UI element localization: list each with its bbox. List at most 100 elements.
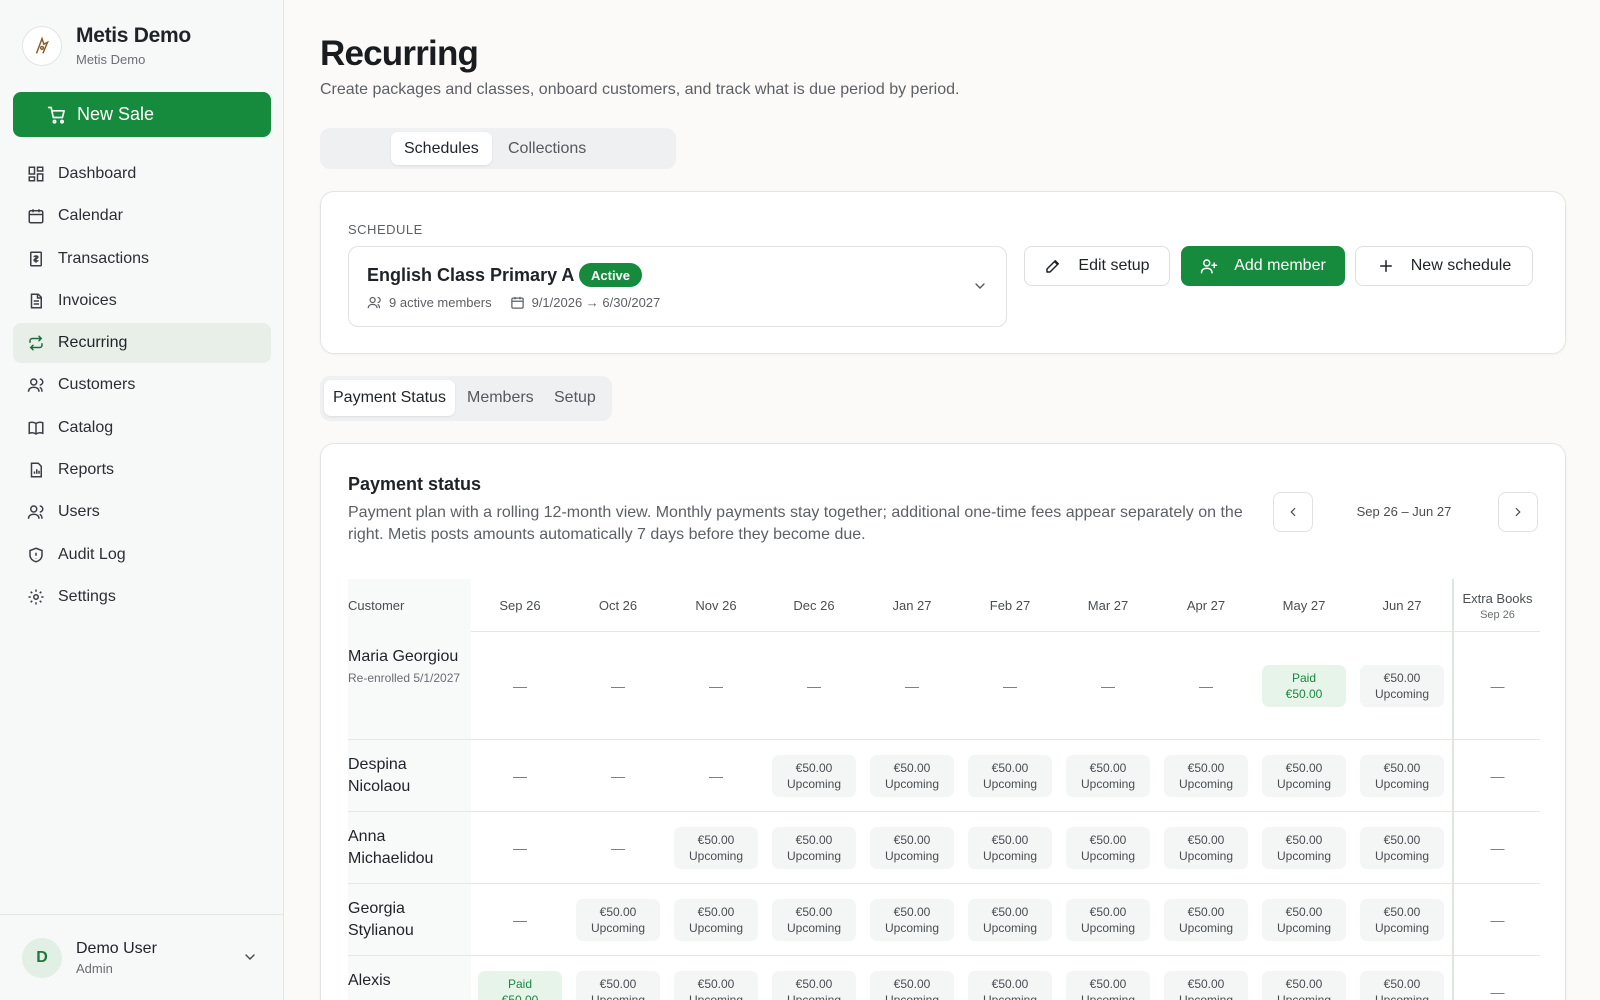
new-schedule-button[interactable]: New schedule (1355, 246, 1533, 286)
payment-cell: €50.00 Upcoming (667, 812, 765, 883)
upcoming-badge[interactable]: €50.00 Upcoming (968, 970, 1052, 1000)
customer-cell[interactable]: Anna Michaelidou (348, 812, 471, 883)
customer-cell[interactable]: Despina Nicolaou (348, 740, 471, 811)
add-member-button[interactable]: Add member (1181, 246, 1345, 286)
payment-cell: — (471, 632, 569, 739)
upcoming-badge[interactable]: €50.00 Upcoming (968, 754, 1052, 797)
payment-status: Upcoming (1080, 776, 1136, 791)
upcoming-badge[interactable]: €50.00 Upcoming (1066, 970, 1150, 1000)
sidebar-item-label: Reports (58, 461, 115, 479)
sidebar-item-settings[interactable]: Settings (13, 577, 271, 617)
sidebar-item-calendar[interactable]: Calendar (13, 196, 271, 236)
upcoming-badge[interactable]: €50.00 Upcoming (1164, 970, 1248, 1000)
payment-status: Upcoming (884, 848, 940, 863)
upcoming-badge[interactable]: €50.00 Upcoming (1262, 898, 1346, 941)
upcoming-badge[interactable]: €50.00 Upcoming (1262, 970, 1346, 1000)
new-sale-button[interactable]: New Sale (13, 92, 271, 137)
customer-name: Alexis (348, 972, 391, 989)
brand[interactable]: Metis Demo Metis Demo (22, 24, 191, 67)
empty-dash: — (611, 839, 625, 856)
upcoming-badge[interactable]: €50.00 Upcoming (1262, 754, 1346, 797)
upcoming-badge[interactable]: €50.00 Upcoming (1360, 754, 1444, 797)
customer-note: Re-enrolled 5/1/2027 (348, 671, 461, 685)
upcoming-badge[interactable]: €50.00 Upcoming (674, 826, 758, 869)
upcoming-badge[interactable]: €50.00 Upcoming (772, 826, 856, 869)
upcoming-badge[interactable]: €50.00 Upcoming (576, 970, 660, 1000)
paid-badge[interactable]: Paid €50.00 (478, 970, 562, 1000)
sidebar-item-label: Customers (58, 376, 136, 394)
upcoming-badge[interactable]: €50.00 Upcoming (1066, 898, 1150, 941)
sidebar-item-invoices[interactable]: Invoices (13, 281, 271, 321)
next-period-button[interactable] (1498, 492, 1538, 532)
payment-status: Upcoming (1276, 848, 1332, 863)
schedule-select[interactable]: English Class Primary A Active 9 active … (348, 246, 1007, 327)
tab-schedules[interactable]: Schedules (391, 132, 492, 165)
upcoming-badge[interactable]: €50.00 Upcoming (1360, 970, 1444, 1000)
brand-subtitle: Metis Demo (76, 52, 146, 67)
payment-amount: €50.00 (697, 904, 735, 919)
customer-cell[interactable]: Alexis (348, 956, 471, 1000)
upcoming-badge[interactable]: €50.00 Upcoming (1360, 664, 1444, 707)
avatar: D (22, 937, 62, 978)
upcoming-badge[interactable]: €50.00 Upcoming (1262, 826, 1346, 869)
sidebar-item-recurring[interactable]: Recurring (13, 323, 271, 364)
sidebar-item-catalog[interactable]: Catalog (13, 408, 271, 448)
payment-amount: €50.00 (697, 976, 735, 991)
previous-period-button[interactable] (1273, 492, 1313, 532)
upcoming-badge[interactable]: €50.00 Upcoming (870, 970, 954, 1000)
tab-members[interactable]: Members (458, 380, 543, 416)
user-menu[interactable]: D Demo User Admin (0, 914, 284, 1000)
upcoming-badge[interactable]: €50.00 Upcoming (870, 754, 954, 797)
payment-cell: €50.00 Upcoming (765, 740, 863, 811)
sidebar-item-label: Recurring (58, 334, 128, 352)
sidebar-item-users[interactable]: Users (13, 492, 271, 532)
empty-dash: — (513, 677, 527, 694)
upcoming-badge[interactable]: €50.00 Upcoming (1164, 754, 1248, 797)
table-row: Georgia Stylianou — €50.00 Upcoming €50.00 Up… (348, 884, 1540, 956)
upcoming-badge[interactable]: €50.00 Upcoming (772, 898, 856, 941)
edit-setup-label: Edit setup (1078, 257, 1150, 274)
book-icon (26, 418, 46, 438)
edit-setup-button[interactable]: Edit setup (1024, 246, 1170, 286)
upcoming-badge[interactable]: €50.00 Upcoming (1164, 826, 1248, 869)
top-tabs: Schedules Collections (320, 128, 676, 169)
shield-icon (26, 545, 46, 565)
tab-payment-status[interactable]: Payment Status (324, 380, 455, 416)
schedule-card: SCHEDULE English Class Primary A Active … (320, 191, 1566, 354)
column-header-month: Oct 26 (598, 598, 638, 613)
paid-badge[interactable]: Paid €50.00 (1262, 664, 1346, 707)
repeat-icon (26, 333, 46, 353)
upcoming-badge[interactable]: €50.00 Upcoming (1066, 754, 1150, 797)
upcoming-badge[interactable]: €50.00 Upcoming (772, 970, 856, 1000)
upcoming-badge[interactable]: €50.00 Upcoming (772, 754, 856, 797)
sidebar-item-customers[interactable]: Customers (13, 365, 271, 405)
upcoming-badge[interactable]: €50.00 Upcoming (1360, 826, 1444, 869)
upcoming-badge[interactable]: €50.00 Upcoming (1066, 826, 1150, 869)
upcoming-badge[interactable]: €50.00 Upcoming (1360, 898, 1444, 941)
tab-collections[interactable]: Collections (495, 132, 599, 165)
chevron-down-icon[interactable] (242, 949, 258, 970)
upcoming-badge[interactable]: €50.00 Upcoming (674, 970, 758, 1000)
customer-cell[interactable]: Maria Georgiou Re-enrolled 5/1/2027 (348, 632, 471, 739)
upcoming-badge[interactable]: €50.00 Upcoming (576, 898, 660, 941)
sidebar-item-transactions[interactable]: Transactions (13, 239, 271, 279)
sidebar-item-audit-log[interactable]: Audit Log (13, 535, 271, 575)
tab-setup[interactable]: Setup (545, 380, 605, 416)
upcoming-badge[interactable]: €50.00 Upcoming (968, 826, 1052, 869)
payment-amount: €50.00 (795, 832, 833, 847)
upcoming-badge[interactable]: €50.00 Upcoming (968, 898, 1052, 941)
upcoming-badge[interactable]: €50.00 Upcoming (870, 826, 954, 869)
payment-cell: €50.00 Upcoming (1157, 884, 1255, 955)
payment-amount: €50.00 (893, 904, 931, 919)
empty-dash: — (1490, 677, 1505, 694)
sidebar-item-reports[interactable]: Reports (13, 450, 271, 490)
upcoming-badge[interactable]: €50.00 Upcoming (870, 898, 954, 941)
upcoming-badge[interactable]: €50.00 Upcoming (674, 898, 758, 941)
payment-cell: €50.00 Upcoming (961, 812, 1059, 883)
sidebar-item-dashboard[interactable]: Dashboard (13, 154, 271, 194)
upcoming-badge[interactable]: €50.00 Upcoming (1164, 898, 1248, 941)
payment-status: Upcoming (688, 992, 744, 1000)
column-header-month: Dec 26 (793, 598, 835, 613)
customer-cell[interactable]: Georgia Stylianou (348, 884, 471, 955)
payment-status: Upcoming (1374, 992, 1430, 1000)
